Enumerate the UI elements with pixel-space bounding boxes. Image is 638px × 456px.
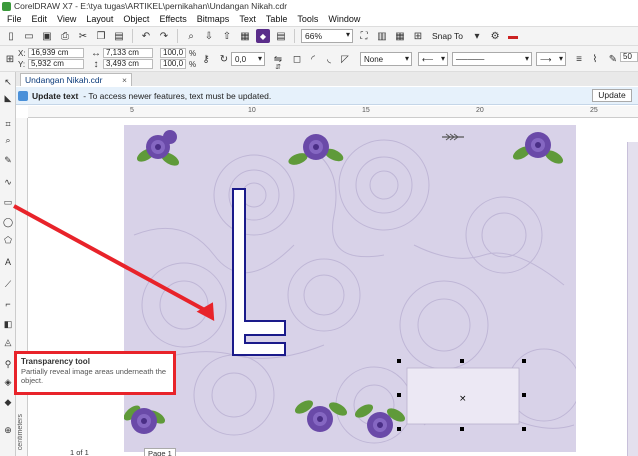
tooltip-body: Partially reveal image areas underneath … (21, 367, 167, 385)
transparency-tool-tooltip: Transparency tool Partially reveal image… (14, 351, 176, 395)
page-navigator: 1 of 1 Page 1 (40, 448, 190, 456)
page-tab[interactable]: Page 1 (144, 448, 176, 456)
tooltip-title: Transparency tool (21, 357, 90, 366)
page-count[interactable]: 1 of 1 (70, 448, 89, 456)
